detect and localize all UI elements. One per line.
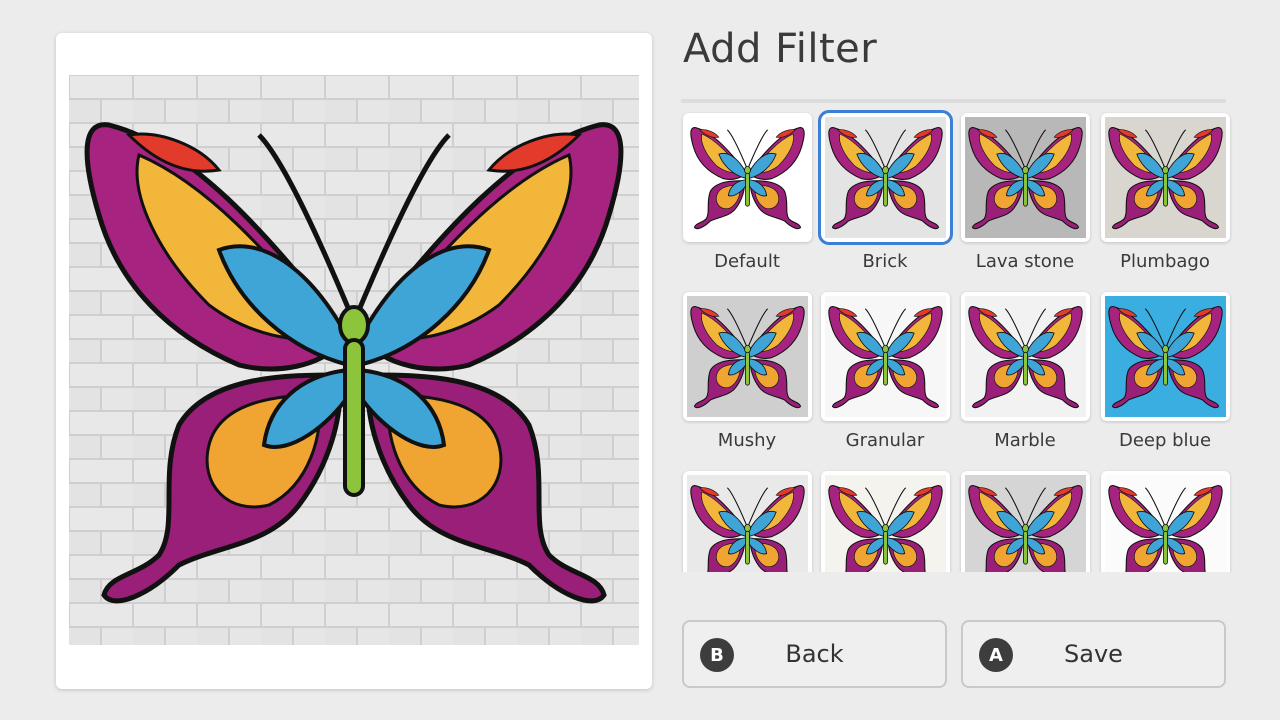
filter-label: Granular <box>845 430 925 451</box>
filter-label: Mushy <box>717 430 777 451</box>
filter-thumbnail <box>687 117 808 238</box>
preview-card <box>56 33 652 689</box>
title-divider <box>681 99 1226 103</box>
save-button[interactable]: A Save <box>961 620 1226 688</box>
filter-label: Lava stone <box>975 251 1075 272</box>
filter-thumbnail <box>1105 475 1226 572</box>
page-title: Add Filter <box>683 26 878 72</box>
filter-tile[interactable] <box>683 113 812 242</box>
filter-tile[interactable] <box>961 471 1090 572</box>
filter-thumbnail <box>1105 296 1226 417</box>
filter-tile[interactable] <box>1101 113 1230 242</box>
filter-label: Brick <box>862 251 908 272</box>
filter-tile[interactable] <box>1101 292 1230 421</box>
filter-tile[interactable] <box>961 292 1090 421</box>
filter-thumbnail <box>825 296 946 417</box>
brick-wall-background <box>69 75 639 645</box>
filter-label: Marble <box>994 430 1056 451</box>
filter-tile[interactable] <box>961 113 1090 242</box>
filter-thumbnail <box>965 475 1086 572</box>
filter-label: Deep blue <box>1118 430 1212 451</box>
save-button-label: Save <box>1064 640 1123 668</box>
filter-thumbnail <box>1105 117 1226 238</box>
filter-thumbnail <box>965 117 1086 238</box>
filter-tile[interactable] <box>683 471 812 572</box>
filter-thumbnail <box>825 475 946 572</box>
back-button-label: Back <box>785 640 844 668</box>
filter-tile[interactable] <box>1101 471 1230 572</box>
filter-tile[interactable] <box>821 292 950 421</box>
filter-tile[interactable] <box>818 110 953 245</box>
filter-thumbnail <box>687 475 808 572</box>
filter-label: Plumbago <box>1120 251 1210 272</box>
filter-thumbnail <box>825 117 946 238</box>
filter-thumbnail <box>687 296 808 417</box>
filter-tile[interactable] <box>683 292 812 421</box>
filter-tile[interactable] <box>821 471 950 572</box>
back-button[interactable]: B Back <box>682 620 947 688</box>
filter-label: Default <box>714 251 780 272</box>
filter-thumbnail <box>965 296 1086 417</box>
preview-image <box>69 75 639 645</box>
filter-grid[interactable]: Default Brick Lava stone Plumbago Mushy Granu… <box>680 104 1240 572</box>
